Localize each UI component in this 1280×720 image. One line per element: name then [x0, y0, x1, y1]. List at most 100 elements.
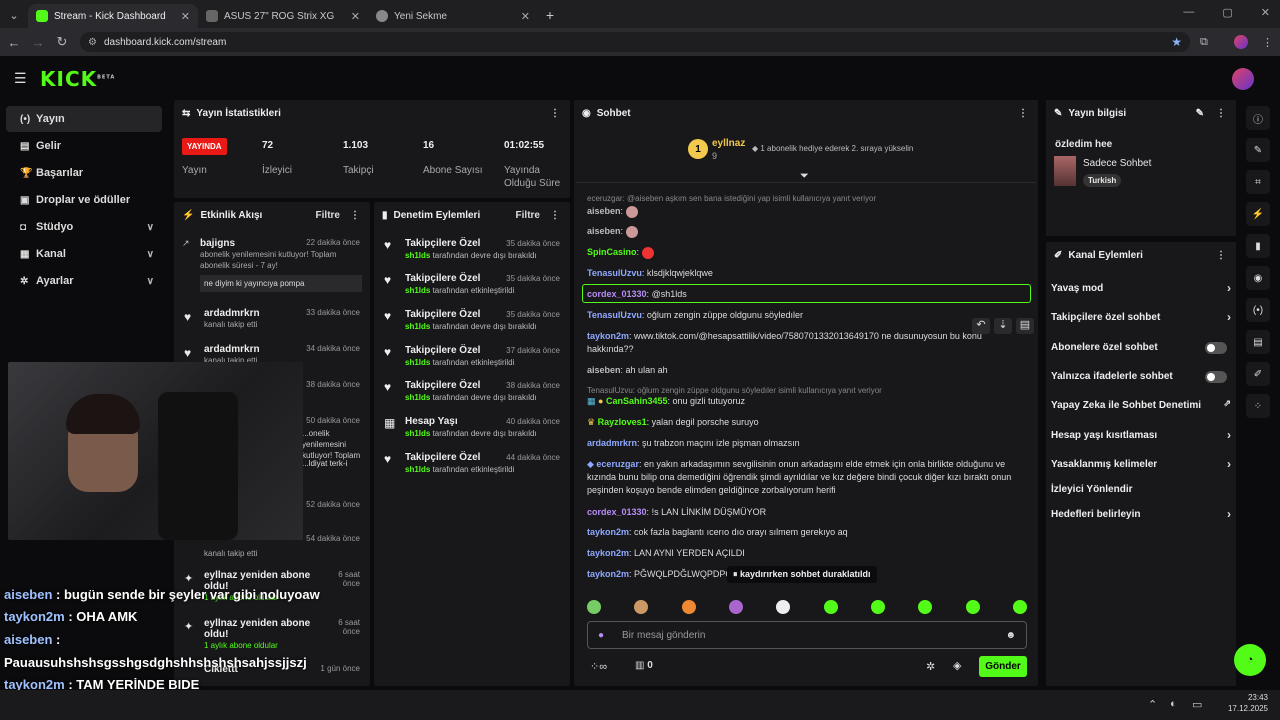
emote-icon[interactable]	[823, 600, 838, 614]
kicks-icon[interactable]: ⁘∞	[590, 660, 607, 673]
forward-arrow-icon[interactable]: →	[26, 35, 50, 50]
bookmark-star-icon[interactable]: ★	[1171, 35, 1182, 49]
book-icon[interactable]: ▮	[1246, 234, 1270, 258]
close-tab-icon[interactable]: ✕	[181, 10, 190, 23]
microphone-icon[interactable]: ◐	[1170, 698, 1177, 710]
maximize-icon[interactable]: ▢	[1222, 6, 1232, 19]
more-options-icon[interactable]: ⋮	[1216, 108, 1226, 119]
more-options-icon[interactable]: ⋮	[550, 210, 560, 221]
chat-message[interactable]: aiseben:	[587, 205, 1027, 218]
chat-message[interactable]: taykon2m: www.tiktok.com/@hesapsattilik/…	[587, 330, 1027, 356]
raid-item[interactable]: İzleyici Yönlendir	[1051, 484, 1231, 495]
back-arrow-icon[interactable]: ←	[2, 35, 26, 50]
filter-button[interactable]: Filtre	[516, 210, 540, 221]
hamburger-menu-icon[interactable]: ☰	[14, 70, 27, 87]
chat-message[interactable]: SpinCasino:	[587, 246, 1027, 259]
chat-settings-icon[interactable]: ✲	[926, 660, 935, 673]
sidebar-item-settings[interactable]: ✲ Ayarlar ∨	[6, 268, 162, 294]
account-age-item[interactable]: Hesap yaşı kısıtlaması ›	[1051, 428, 1231, 442]
emote-icon[interactable]	[918, 600, 933, 614]
new-tab-plus-icon[interactable]: +	[538, 4, 562, 28]
crop-icon[interactable]: ⌗	[1246, 170, 1270, 194]
chat-input[interactable]: ● Bir mesaj gönderin ☻	[587, 621, 1027, 649]
emote-icon[interactable]	[965, 600, 980, 614]
stream-category[interactable]: Sadece Sohbet	[1083, 158, 1151, 169]
pin-icon[interactable]: ⇣	[994, 318, 1012, 334]
subscribers-only-toggle[interactable]	[1205, 342, 1227, 354]
emote-icon[interactable]	[1012, 600, 1027, 614]
goals-item[interactable]: Hedefleri belirleyin ›	[1051, 507, 1231, 521]
close-tab-icon[interactable]: ✕	[521, 10, 530, 23]
browser-tab-new[interactable]: Yeni Sekme ✕	[368, 4, 538, 28]
delete-icon[interactable]: ▤	[1016, 318, 1034, 334]
clock-time[interactable]: 23:43	[1232, 693, 1268, 702]
more-options-icon[interactable]: ⋮	[1216, 250, 1226, 261]
sidebar-item-channel[interactable]: ▦ Kanal ∨	[6, 241, 162, 267]
chat-paused-banner[interactable]: ⏸ kaydırırken sohbet duraklatıldı	[727, 566, 877, 583]
emote-icon[interactable]	[681, 600, 696, 614]
emoji-icon[interactable]: ☻	[1005, 630, 1016, 641]
more-options-icon[interactable]: ⋮	[550, 108, 560, 119]
info-icon[interactable]: ⓘ	[1246, 106, 1270, 130]
more-icon[interactable]: ⁘	[1246, 394, 1270, 418]
tray-chevron-icon[interactable]: ⌃	[1148, 698, 1157, 711]
channel-points[interactable]: ▥ 0	[635, 660, 653, 671]
microphone-icon[interactable]: ●	[598, 630, 604, 641]
support-chat-icon[interactable]: ◔	[1234, 644, 1266, 676]
chat-message[interactable]: aiseben: ah ulan ah	[587, 364, 1027, 377]
network-icon[interactable]: ▭	[1192, 698, 1202, 711]
chat-message[interactable]: TenasulUzvu: klsdjklqwjeklqwe	[587, 267, 1027, 280]
broadcast-icon[interactable]: (•)	[1246, 298, 1270, 322]
leaderboard-user[interactable]: eyllnaz	[712, 138, 745, 149]
chat-message[interactable]: taykon2m: LAN AYNI YERDEN AÇILDI	[587, 547, 1027, 560]
sidebar-item-studio[interactable]: ◘ Stüdyo ∨	[6, 214, 162, 240]
chat-icon[interactable]: ◉	[1246, 266, 1270, 290]
pencil-icon[interactable]: ✎	[1246, 138, 1270, 162]
url-field[interactable]: ⚙ dashboard.kick.com/stream ★	[80, 32, 1190, 52]
emote-icon[interactable]	[728, 600, 743, 614]
sidebar-item-drops[interactable]: ▣ Droplar ve ödüller	[6, 187, 162, 213]
extensions-icon[interactable]: ⧉	[1200, 36, 1208, 49]
chat-message[interactable]: taykon2m: cok fazla baglantı ıcerıo dıo …	[587, 526, 1027, 539]
profile-avatar-icon[interactable]	[1234, 35, 1248, 49]
chat-message[interactable]: aiseben:	[587, 225, 1027, 238]
emote-icon[interactable]	[870, 600, 885, 614]
more-options-icon[interactable]: ⋮	[350, 210, 360, 221]
emote-icon[interactable]	[776, 600, 791, 614]
chat-message[interactable]: ▦ ● CanSahin3455: onu gizli tutuyoruz	[587, 395, 1027, 408]
followers-only-item[interactable]: Takipçilere özel sohbet ›	[1051, 310, 1231, 324]
filter-button[interactable]: Filtre	[316, 210, 340, 221]
site-info-icon[interactable]: ⚙	[88, 37, 97, 48]
emote-icon[interactable]	[587, 600, 601, 614]
user-avatar[interactable]	[1232, 68, 1254, 90]
category-thumbnail[interactable]	[1054, 156, 1076, 186]
banned-words-item[interactable]: Yasaklanmış kelimeler ›	[1051, 457, 1231, 471]
kick-logo[interactable]: KICKBETA	[40, 67, 115, 91]
slow-mode-item[interactable]: Yavaş mod ›	[1051, 281, 1231, 295]
browser-menu-icon[interactable]: ⋮	[1262, 36, 1273, 49]
emote-icon[interactable]	[634, 600, 649, 614]
emote-picker-icon[interactable]: ◈	[953, 659, 961, 672]
sidebar-item-stream[interactable]: (•) Yayın	[6, 106, 162, 132]
close-tab-icon[interactable]: ✕	[351, 10, 360, 23]
more-options-icon[interactable]: ⋮	[1018, 108, 1028, 119]
emote-only-toggle[interactable]	[1205, 371, 1227, 383]
edit-icon[interactable]: ✎	[1196, 108, 1204, 119]
close-window-icon[interactable]: ✕	[1261, 6, 1270, 19]
tab-search-icon[interactable]: ⌄	[0, 4, 28, 28]
clock-date[interactable]: 17.12.2025	[1222, 704, 1268, 713]
layout-icon[interactable]: ▤	[1246, 330, 1270, 354]
gift-prompt[interactable]: ◆ 1 abonelik hediye ederek 2. sıraya yük…	[752, 144, 913, 153]
browser-tab-kick[interactable]: Stream - Kick Dashboard ✕	[28, 4, 198, 28]
sidebar-item-achievements[interactable]: 🏆 Başarılar	[6, 160, 162, 186]
minimize-icon[interactable]: —	[1183, 6, 1194, 19]
reload-icon[interactable]: ↻	[50, 34, 74, 50]
wrench-icon[interactable]: ✐	[1246, 362, 1270, 386]
chat-message[interactable]: cordex_01330: !s LAN LİNKİM DÜŞMÜYOR	[587, 506, 1027, 519]
chat-reply-context[interactable]: eceruzgar: @aiseben aşkım sen bana isted…	[587, 192, 1027, 205]
chat-message[interactable]: ◆ eceruzgar: en yakın arkadaşımın sevgil…	[587, 458, 1027, 497]
chat-message[interactable]: ardadmrkrn: şu trabzon maçını izle pişma…	[587, 437, 1027, 450]
chat-message[interactable]: TenasulUzvu: oğlum zengin züppe oldgunu …	[587, 309, 1027, 322]
sidebar-item-revenue[interactable]: ▤ Gelir	[6, 133, 162, 159]
bolt-icon[interactable]: ⚡	[1246, 202, 1270, 226]
